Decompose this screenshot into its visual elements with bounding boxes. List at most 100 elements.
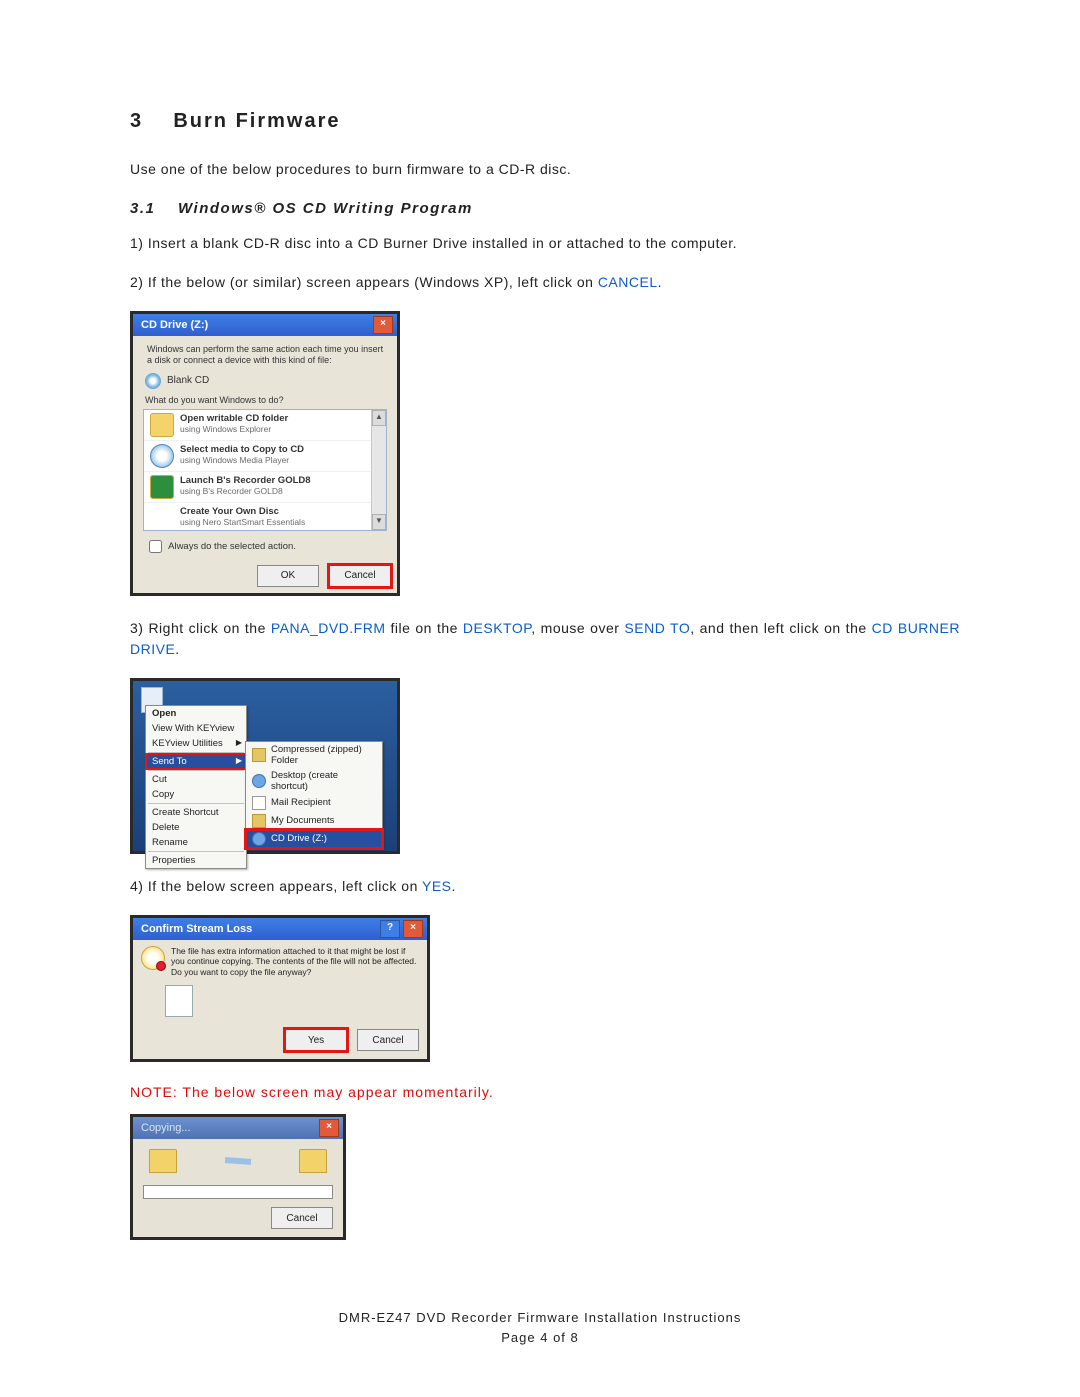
dialog-message: Windows can perform the same action each… (143, 344, 387, 367)
always-checkbox[interactable] (149, 540, 162, 553)
section-title: Burn Firmware (173, 110, 340, 132)
submenu-arrow-icon: ▶ (236, 756, 242, 765)
menu-item-open[interactable]: Open (146, 706, 246, 721)
yes-keyword: YES (422, 878, 452, 894)
step-2-text: 2) If the below (or similar) screen appe… (130, 274, 598, 290)
progress-bar (143, 1185, 333, 1199)
close-icon[interactable]: × (373, 316, 393, 334)
option-title: Launch B's Recorder GOLD8 (180, 475, 311, 486)
step-1: 1) Insert a blank CD-R disc into a CD Bu… (130, 233, 960, 254)
submenu-item-mail[interactable]: Mail Recipient (246, 794, 382, 812)
menu-item-delete[interactable]: Delete (146, 820, 246, 835)
step-2: 2) If the below (or similar) screen appe… (130, 272, 960, 293)
option-sub: using Windows Media Player (180, 455, 304, 465)
menu-item-copy[interactable]: Copy (146, 787, 246, 802)
submenu-label: Compressed (zipped) Folder (271, 744, 376, 766)
media-icon (150, 444, 174, 468)
cd-drive-dialog-screenshot: CD Drive (Z:) × Windows can perform the … (130, 311, 400, 596)
folder-icon (252, 748, 266, 762)
desktop-icon (252, 774, 266, 788)
list-item[interactable]: Select media to Copy to CDusing Windows … (144, 440, 386, 471)
confirm-stream-loss-screenshot: Confirm Stream Loss ? × The file has ext… (130, 915, 430, 1063)
menu-separator (148, 851, 244, 852)
menu-item-cut[interactable]: Cut (146, 772, 246, 787)
folder-icon (252, 814, 266, 828)
cancel-button[interactable]: Cancel (329, 565, 391, 587)
submenu-item-desktop[interactable]: Desktop (create shortcut) (246, 768, 382, 794)
paper-fly-icon (225, 1157, 251, 1165)
close-icon[interactable]: × (403, 920, 423, 938)
dialog-title: Confirm Stream Loss (141, 923, 252, 935)
menu-item-rename[interactable]: Rename (146, 835, 246, 850)
menu-item-properties[interactable]: Properties (146, 853, 246, 868)
scroll-down-icon[interactable]: ▼ (372, 514, 386, 530)
cancel-button[interactable]: Cancel (271, 1207, 333, 1229)
menu-item-keyview-util[interactable]: KEYview Utilities▶ (146, 736, 246, 751)
menu-separator (148, 803, 244, 804)
menu-item-view-keyview[interactable]: View With KEYview (146, 721, 246, 736)
document-icon (165, 985, 193, 1017)
option-title: Create Your Own Disc (180, 506, 305, 517)
filename-keyword: PANA_DVD.FRM (271, 620, 386, 636)
step-3: 3) Right click on the PANA_DVD.FRM file … (130, 618, 960, 660)
menu-item-create-shortcut[interactable]: Create Shortcut (146, 805, 246, 820)
dialog-question: What do you want Windows to do? (145, 395, 387, 405)
warning-icon (141, 946, 165, 970)
action-list[interactable]: Open writable CD folderusing Windows Exp… (143, 409, 387, 531)
step-3-text: , and then left click on the (690, 620, 871, 636)
document-page: 3 Burn Firmware Use one of the below pro… (0, 0, 1080, 1397)
option-title: Select media to Copy to CD (180, 444, 304, 455)
folder-icon (149, 1149, 177, 1173)
submenu-item-mydocs[interactable]: My Documents (246, 812, 382, 830)
mail-icon (252, 796, 266, 810)
subsection-number: 3.1 (130, 200, 155, 217)
submenu-label: CD Drive (Z:) (271, 833, 327, 844)
footer-page-number: Page 4 of 8 (0, 1328, 1080, 1348)
section-intro: Use one of the below procedures to burn … (130, 159, 960, 180)
desktop-keyword: DESKTOP (463, 620, 531, 636)
submenu-label: Mail Recipient (271, 797, 331, 808)
dialog-titlebar: CD Drive (Z:) × (133, 314, 397, 336)
note-text: NOTE: The below screen may appear moment… (130, 1084, 960, 1100)
dialog-message: The file has extra information attached … (171, 946, 419, 978)
submenu-item-zip[interactable]: Compressed (zipped) Folder (246, 742, 382, 768)
scrollbar[interactable]: ▲ ▼ (371, 410, 386, 530)
list-item[interactable]: Create Your Own Discusing Nero StartSmar… (144, 502, 386, 531)
section-number: 3 (130, 110, 143, 132)
submenu-label: My Documents (271, 815, 334, 826)
page-footer: DMR-EZ47 DVD Recorder Firmware Installat… (0, 1308, 1080, 1347)
menu-separator (148, 770, 244, 771)
submenu-item-cd-drive[interactable]: CD Drive (Z:) (246, 830, 382, 848)
menu-item-send-to[interactable]: Send To ▶ (146, 754, 246, 769)
list-item[interactable]: Open writable CD folderusing Windows Exp… (144, 410, 386, 440)
sendto-context-screenshot: Open View With KEYview KEYview Utilities… (130, 678, 400, 854)
cancel-button[interactable]: Cancel (357, 1029, 419, 1051)
option-title: Open writable CD folder (180, 413, 288, 424)
option-sub: using B's Recorder GOLD8 (180, 486, 311, 496)
cancel-keyword: CANCEL (598, 274, 658, 290)
yes-button[interactable]: Yes (285, 1029, 347, 1051)
context-menu: Open View With KEYview KEYview Utilities… (145, 705, 247, 869)
subsection-heading: 3.1 Windows® OS CD Writing Program (130, 200, 960, 217)
menu-label: Send To (152, 756, 187, 767)
help-icon[interactable]: ? (380, 920, 400, 938)
step-4-tail: . (452, 878, 456, 894)
scroll-up-icon[interactable]: ▲ (372, 410, 386, 426)
blank-cd-label: Blank CD (167, 375, 209, 386)
ok-button[interactable]: OK (257, 565, 319, 587)
list-item[interactable]: Launch B's Recorder GOLD8using B's Recor… (144, 471, 386, 502)
submenu-label: Desktop (create shortcut) (271, 770, 376, 792)
close-icon[interactable]: × (319, 1119, 339, 1137)
menu-separator (148, 752, 244, 753)
step-3-text: 3) Right click on the (130, 620, 271, 636)
dialog-titlebar: Copying... × (133, 1117, 343, 1139)
footer-title: DMR-EZ47 DVD Recorder Firmware Installat… (0, 1308, 1080, 1328)
dialog-title: CD Drive (Z:) (141, 319, 208, 331)
cd-icon (252, 832, 266, 846)
menu-label: KEYview Utilities (152, 738, 223, 749)
folder-icon (150, 413, 174, 437)
dialog-titlebar: Confirm Stream Loss ? × (133, 918, 427, 940)
always-checkbox-row[interactable]: Always do the selected action. (143, 531, 387, 560)
dialog-title: Copying... (141, 1122, 191, 1134)
option-sub: using Nero StartSmart Essentials (180, 517, 305, 527)
